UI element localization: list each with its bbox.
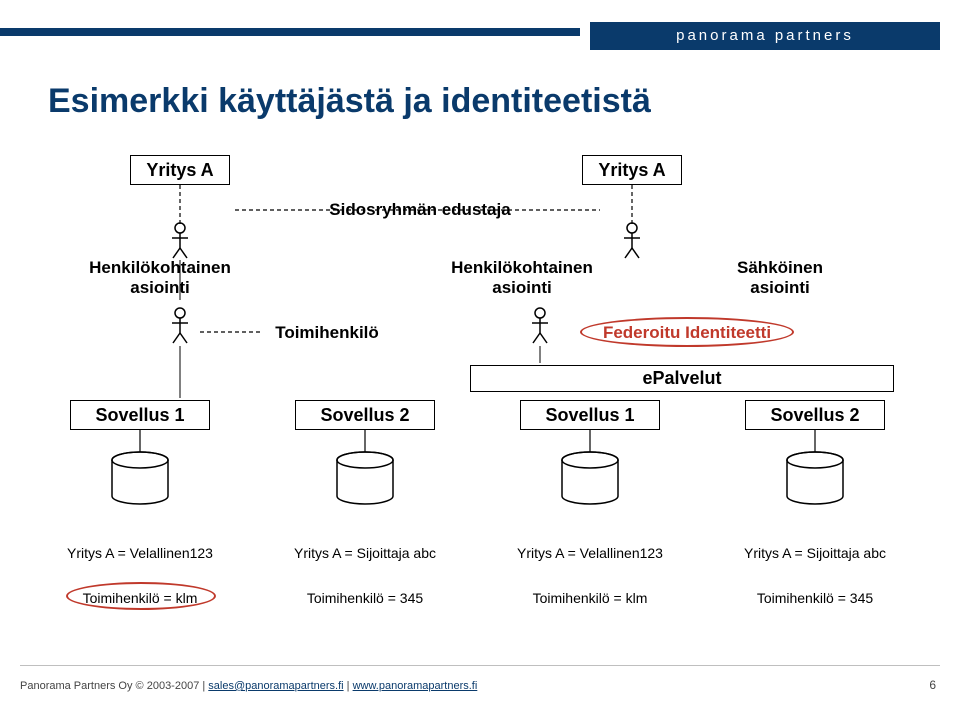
caption-henkilokohtainen-2: Henkilökohtainen asiointi — [432, 258, 612, 297]
page-number: 6 — [929, 678, 936, 692]
footer-rule — [20, 665, 940, 666]
footer-text: Panorama Partners Oy © 2003-2007 | sales… — [20, 680, 477, 692]
header-stripe — [0, 28, 580, 36]
ellipse-toimihenkilo-klm — [66, 582, 216, 610]
col1-row1: Yritys A = Velallinen123 — [55, 545, 225, 561]
caption-sidosryhma: Sidosryhmän edustaja — [300, 200, 540, 220]
caption-sahkoinen: Sähköinen asiointi — [700, 258, 860, 297]
col3-row2: Toimihenkilö = klm — [505, 590, 675, 606]
caption-toimihenkilo: Toimihenkilö — [262, 323, 392, 343]
brand-block: panorama partners — [590, 22, 940, 50]
col2-row2: Toimihenkilö = 345 — [280, 590, 450, 606]
footer-prefix: Panorama Partners Oy © 2003-2007 | — [20, 680, 208, 692]
box-yritys-a-left: Yritys A — [130, 155, 230, 185]
box-sovellus-1: Sovellus 1 — [70, 400, 210, 430]
box-sovellus-4: Sovellus 2 — [745, 400, 885, 430]
box-sovellus-3: Sovellus 1 — [520, 400, 660, 430]
caption-henkilokohtainen-1: Henkilökohtainen asiointi — [70, 258, 250, 297]
col3-row1: Yritys A = Velallinen123 — [505, 545, 675, 561]
header-band: panorama partners — [0, 22, 960, 50]
box-yritys-a-right: Yritys A — [582, 155, 682, 185]
col4-row1: Yritys A = Sijoittaja abc — [730, 545, 900, 561]
page-title: Esimerkki käyttäjästä ja identiteetistä — [48, 82, 651, 121]
footer-url-link[interactable]: www.panoramapartners.fi — [353, 680, 478, 692]
ellipse-federoitu — [580, 317, 794, 347]
box-epalvelut: ePalvelut — [470, 365, 894, 392]
col4-row2: Toimihenkilö = 345 — [730, 590, 900, 606]
box-sovellus-2: Sovellus 2 — [295, 400, 435, 430]
footer-email-link[interactable]: sales@panoramapartners.fi — [208, 680, 343, 692]
col2-row1: Yritys A = Sijoittaja abc — [280, 545, 450, 561]
